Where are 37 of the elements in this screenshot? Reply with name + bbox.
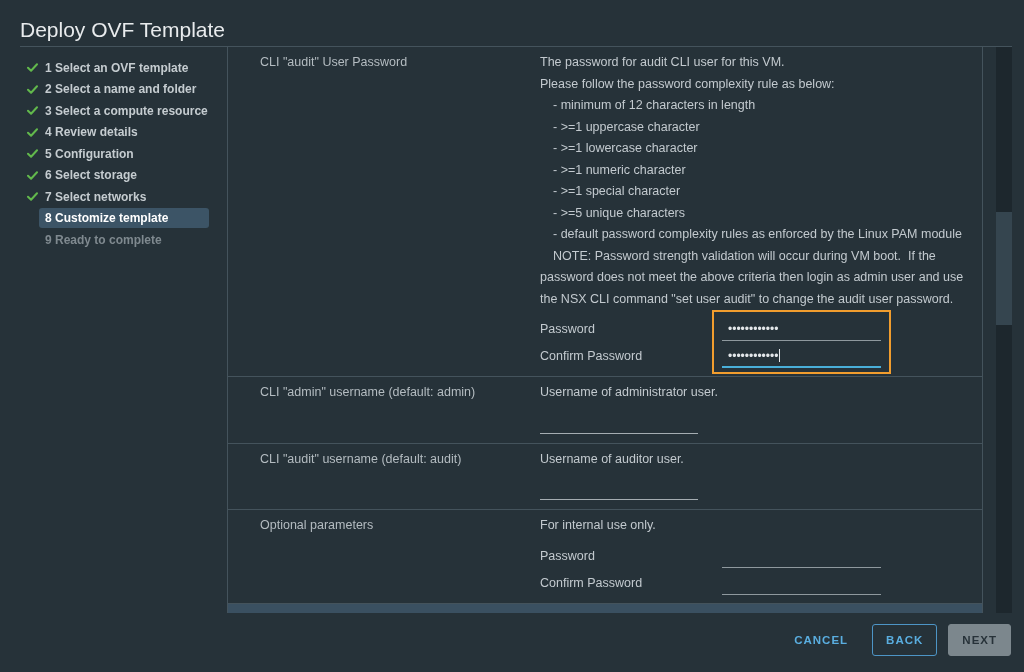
rule-item: - minimum of 12 characters in length [552, 97, 757, 114]
rule-item: - >=1 lowercase character [552, 140, 699, 157]
rule-item: - >=1 numeric character [552, 161, 687, 179]
scrollbar-thumb[interactable] [996, 212, 1012, 325]
wizard-step[interactable]: 4 Review details [39, 122, 209, 143]
setting-label: CLI "audit" User Password [259, 54, 409, 71]
cancel-button[interactable]: CANCEL [781, 624, 862, 656]
scrollbar[interactable] [996, 47, 1012, 613]
field-label: Password [540, 321, 596, 338]
setting-label: Optional parameters [259, 517, 375, 534]
description-text: Username of administrator user. [540, 384, 719, 401]
wizard-step[interactable]: 8 Customize template [39, 208, 209, 229]
back-button[interactable]: BACK [872, 624, 938, 656]
password-field[interactable]: •••••••••••• [722, 345, 881, 368]
setting-label: CLI "audit" username (default: audit) [259, 450, 463, 468]
note-text: NOTE: Password strength validation will occur during VM boot. If the password does not meet the above criteria then login as admin user and use the NSX CLI command "set user audit" to change the audit user password. [540, 247, 965, 308]
field-label: Confirm Password [540, 574, 644, 592]
field-label: Password [540, 547, 596, 565]
window-title: Deploy OVF Template [20, 17, 226, 43]
rule-item: - >=1 special character [552, 183, 682, 200]
description-text: The password for audit CLI user for this VM. [540, 54, 786, 71]
rule-item: - >=1 uppercase character [552, 118, 701, 136]
field-label: Confirm Password [540, 348, 644, 365]
password-field[interactable]: •••••••••••• [722, 318, 881, 341]
description-text: Please follow the password complexity rule as below: [540, 75, 836, 93]
description-text: Username of auditor user. [540, 450, 685, 468]
wizard-step[interactable]: 1 Select an OVF template [39, 57, 209, 78]
wizard-step[interactable]: 6 Select storage [39, 165, 209, 186]
setting-label: CLI "admin" username (default: admin) [259, 384, 477, 401]
wizard-step[interactable]: 7 Select networks [39, 186, 209, 207]
rule-item: - >=5 unique characters [552, 204, 687, 222]
wizard-step[interactable]: 5 Configuration [39, 143, 209, 164]
rule-item: - default password complexity rules as enforced by the Linux PAM module [552, 226, 963, 243]
wizard-step[interactable]: 2 Select a name and folder [39, 79, 209, 100]
description-text: For internal use only. [540, 517, 657, 534]
text-cursor-icon [779, 349, 781, 362]
wizard-step[interactable]: 3 Select a compute resource [39, 100, 209, 121]
